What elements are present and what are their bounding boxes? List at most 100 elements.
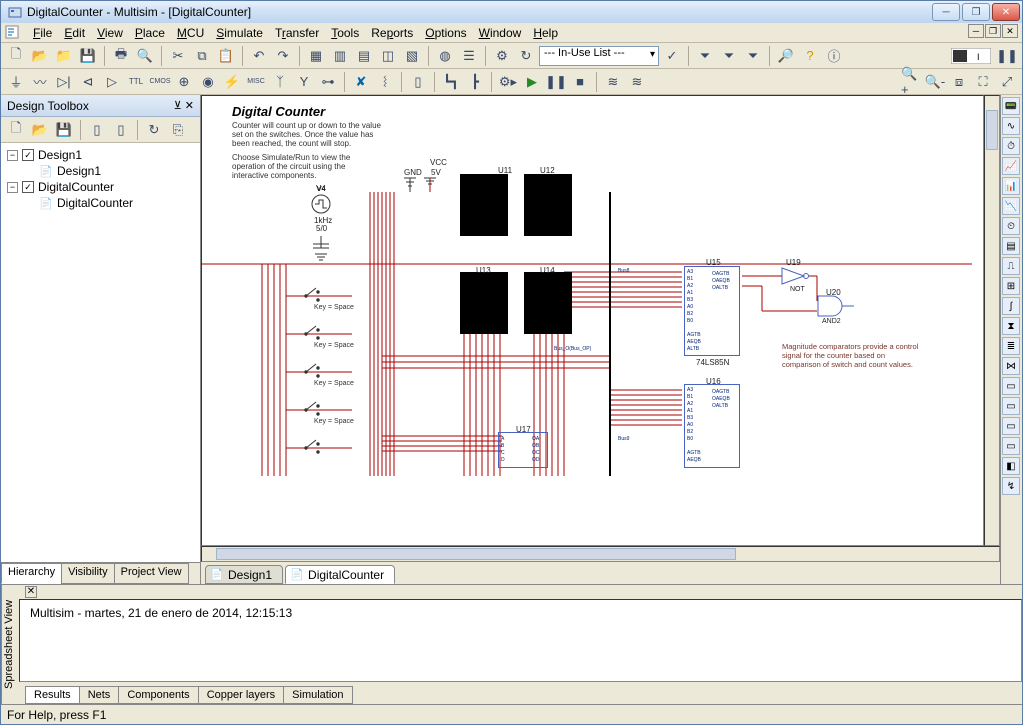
hier-icon[interactable]: ▯ [407,71,429,93]
minimize-button[interactable]: ─ [932,3,960,21]
spectrum-icon[interactable]: ≣ [1002,337,1020,355]
t1-button[interactable]: ⏷ [694,45,716,67]
electromech-icon[interactable]: ⊶ [317,71,339,93]
print-preview-button[interactable]: 🔍 [134,45,156,67]
wizard-button[interactable]: ⚙ [491,45,513,67]
cmos-icon[interactable]: CMOS [149,71,171,93]
bode-plotter-icon[interactable]: 📉 [1002,197,1020,215]
checkbox[interactable]: ✓ [22,149,34,161]
ground-icon[interactable]: ⏚ [5,71,27,93]
menu-reports[interactable]: Reports [365,25,419,41]
grid2-button[interactable]: ▥ [329,45,351,67]
word-gen-icon[interactable]: ▤ [1002,237,1020,255]
logic-analyzer-icon[interactable]: ⎍ [1002,257,1020,275]
misc-icon[interactable]: MISC [245,71,267,93]
toolbox-tab-hierarchy[interactable]: Hierarchy [1,563,62,584]
grid1-button[interactable]: ▦ [305,45,327,67]
four-ch-scope-icon[interactable]: 📊 [1002,177,1020,195]
design-tree[interactable]: −✓Design1 📄Design1 −✓DigitalCounter 📄Dig… [1,143,200,562]
connector-icon[interactable]: ┣ [464,71,486,93]
menu-edit[interactable]: Edit [58,25,91,41]
spreadsheet-view-tab[interactable]: Spreadsheet View [1,585,19,704]
cut-button[interactable]: ✂ [167,45,189,67]
undo-button[interactable]: ↶ [248,45,270,67]
zoom-fit-button[interactable]: ⛶ [972,71,994,93]
transistor-icon[interactable]: ⊲ [77,71,99,93]
iv-analyzer-icon[interactable]: ∫ [1002,297,1020,315]
find-button[interactable]: 🔎 [775,45,797,67]
schematic-canvas[interactable]: Digital Counter Counter will count up or… [201,95,984,546]
open2-button[interactable]: 📁 [53,45,75,67]
function-gen-icon[interactable]: ∿ [1002,117,1020,135]
menu-window[interactable]: Window [473,25,528,41]
maximize-button[interactable]: ❐ [962,3,990,21]
open-button[interactable]: 📂 [29,45,51,67]
refresh-button[interactable]: ↻ [515,45,537,67]
distortion-icon[interactable]: ⧗ [1002,317,1020,335]
canvas-tab-design1[interactable]: 📄Design1 [205,565,283,584]
pause-button[interactable]: ❚❚ [545,71,567,93]
resistor-icon[interactable]: 〰 [29,71,51,93]
t2-button[interactable]: ⏷ [718,45,740,67]
grid4-button[interactable]: ◫ [377,45,399,67]
list-button[interactable]: ☰ [458,45,480,67]
spreadsheet-close-icon[interactable]: ✕ [25,586,37,598]
rf-icon[interactable]: ᛉ [269,71,291,93]
network-icon[interactable]: ⋈ [1002,357,1020,375]
zoom-out-button[interactable]: 🔍- [924,71,946,93]
toolbox-tab-visibility[interactable]: Visibility [61,563,115,584]
menu-place[interactable]: Place [129,25,171,41]
menu-tools[interactable]: Tools [325,25,365,41]
antenna-icon[interactable]: Y [293,71,315,93]
print-button[interactable]: 🖶 [110,45,132,67]
u14-display[interactable] [524,272,572,334]
grid5-button[interactable]: ▧ [401,45,423,67]
mdi-restore[interactable]: ❐ [985,24,1001,38]
about-button[interactable]: ⓘ [823,45,845,67]
current-probe-icon[interactable]: ↯ [1002,477,1020,495]
design-toolbox-close[interactable]: ⊻ ✕ [174,99,194,112]
toolbox-save-icon[interactable]: 💾 [53,119,75,141]
toolbox-hier2-icon[interactable]: ▯ [110,119,132,141]
toolbox-open-icon[interactable]: 📂 [29,119,51,141]
copy-button[interactable]: ⧉ [191,45,213,67]
spreadsheet-tab-simulation[interactable]: Simulation [283,686,352,704]
zoom-area-button[interactable]: ⧈ [948,71,970,93]
battery-icon[interactable]: ᛵ [374,71,396,93]
u11-display[interactable] [460,174,508,236]
tree-root-design1[interactable]: Design1 [38,148,82,162]
tree-item-design1[interactable]: Design1 [57,164,101,178]
labview-icon[interactable]: ◧ [1002,457,1020,475]
u17-component[interactable] [498,432,548,468]
agilent-fg-icon[interactable]: ▭ [1002,377,1020,395]
toolbox-refresh-icon[interactable]: ↻ [143,119,165,141]
u13-display[interactable] [460,272,508,334]
grid3-button[interactable]: ▤ [353,45,375,67]
expander-icon[interactable]: − [7,182,18,193]
agilent-scope-icon[interactable]: ▭ [1002,417,1020,435]
probe-icon[interactable]: ✘ [350,71,372,93]
redo-button[interactable]: ↷ [272,45,294,67]
trace2-button[interactable]: ≋ [626,71,648,93]
toolbox-hier1-icon[interactable]: ▯ [86,119,108,141]
toolbox-link-icon[interactable]: ⎘ [167,119,189,141]
vertical-scrollbar[interactable] [984,95,1000,546]
menu-simulate[interactable]: Simulate [210,25,269,41]
agilent-mm-icon[interactable]: ▭ [1002,397,1020,415]
save-button[interactable]: 💾 [77,45,99,67]
horizontal-scrollbar[interactable] [201,546,1000,562]
menu-view[interactable]: View [91,25,129,41]
db-button[interactable]: ◍ [434,45,456,67]
ttl-icon[interactable]: TTL [125,71,147,93]
pause2-button[interactable]: ❚❚ [996,45,1018,67]
play-button[interactable]: ▶ [521,71,543,93]
indicator-icon[interactable]: ◉ [197,71,219,93]
zoom-in-button[interactable]: 🔍+ [900,71,922,93]
expander-icon[interactable]: − [7,150,18,161]
wattmeter-icon[interactable]: ⏱ [1002,137,1020,155]
spreadsheet-tab-results[interactable]: Results [25,686,80,704]
menu-file[interactable]: File [27,25,58,41]
in-use-list-combo[interactable]: --- In-Use List --- [539,46,659,66]
toolbox-new-icon[interactable]: 🗋 [5,119,27,141]
trace1-button[interactable]: ≋ [602,71,624,93]
